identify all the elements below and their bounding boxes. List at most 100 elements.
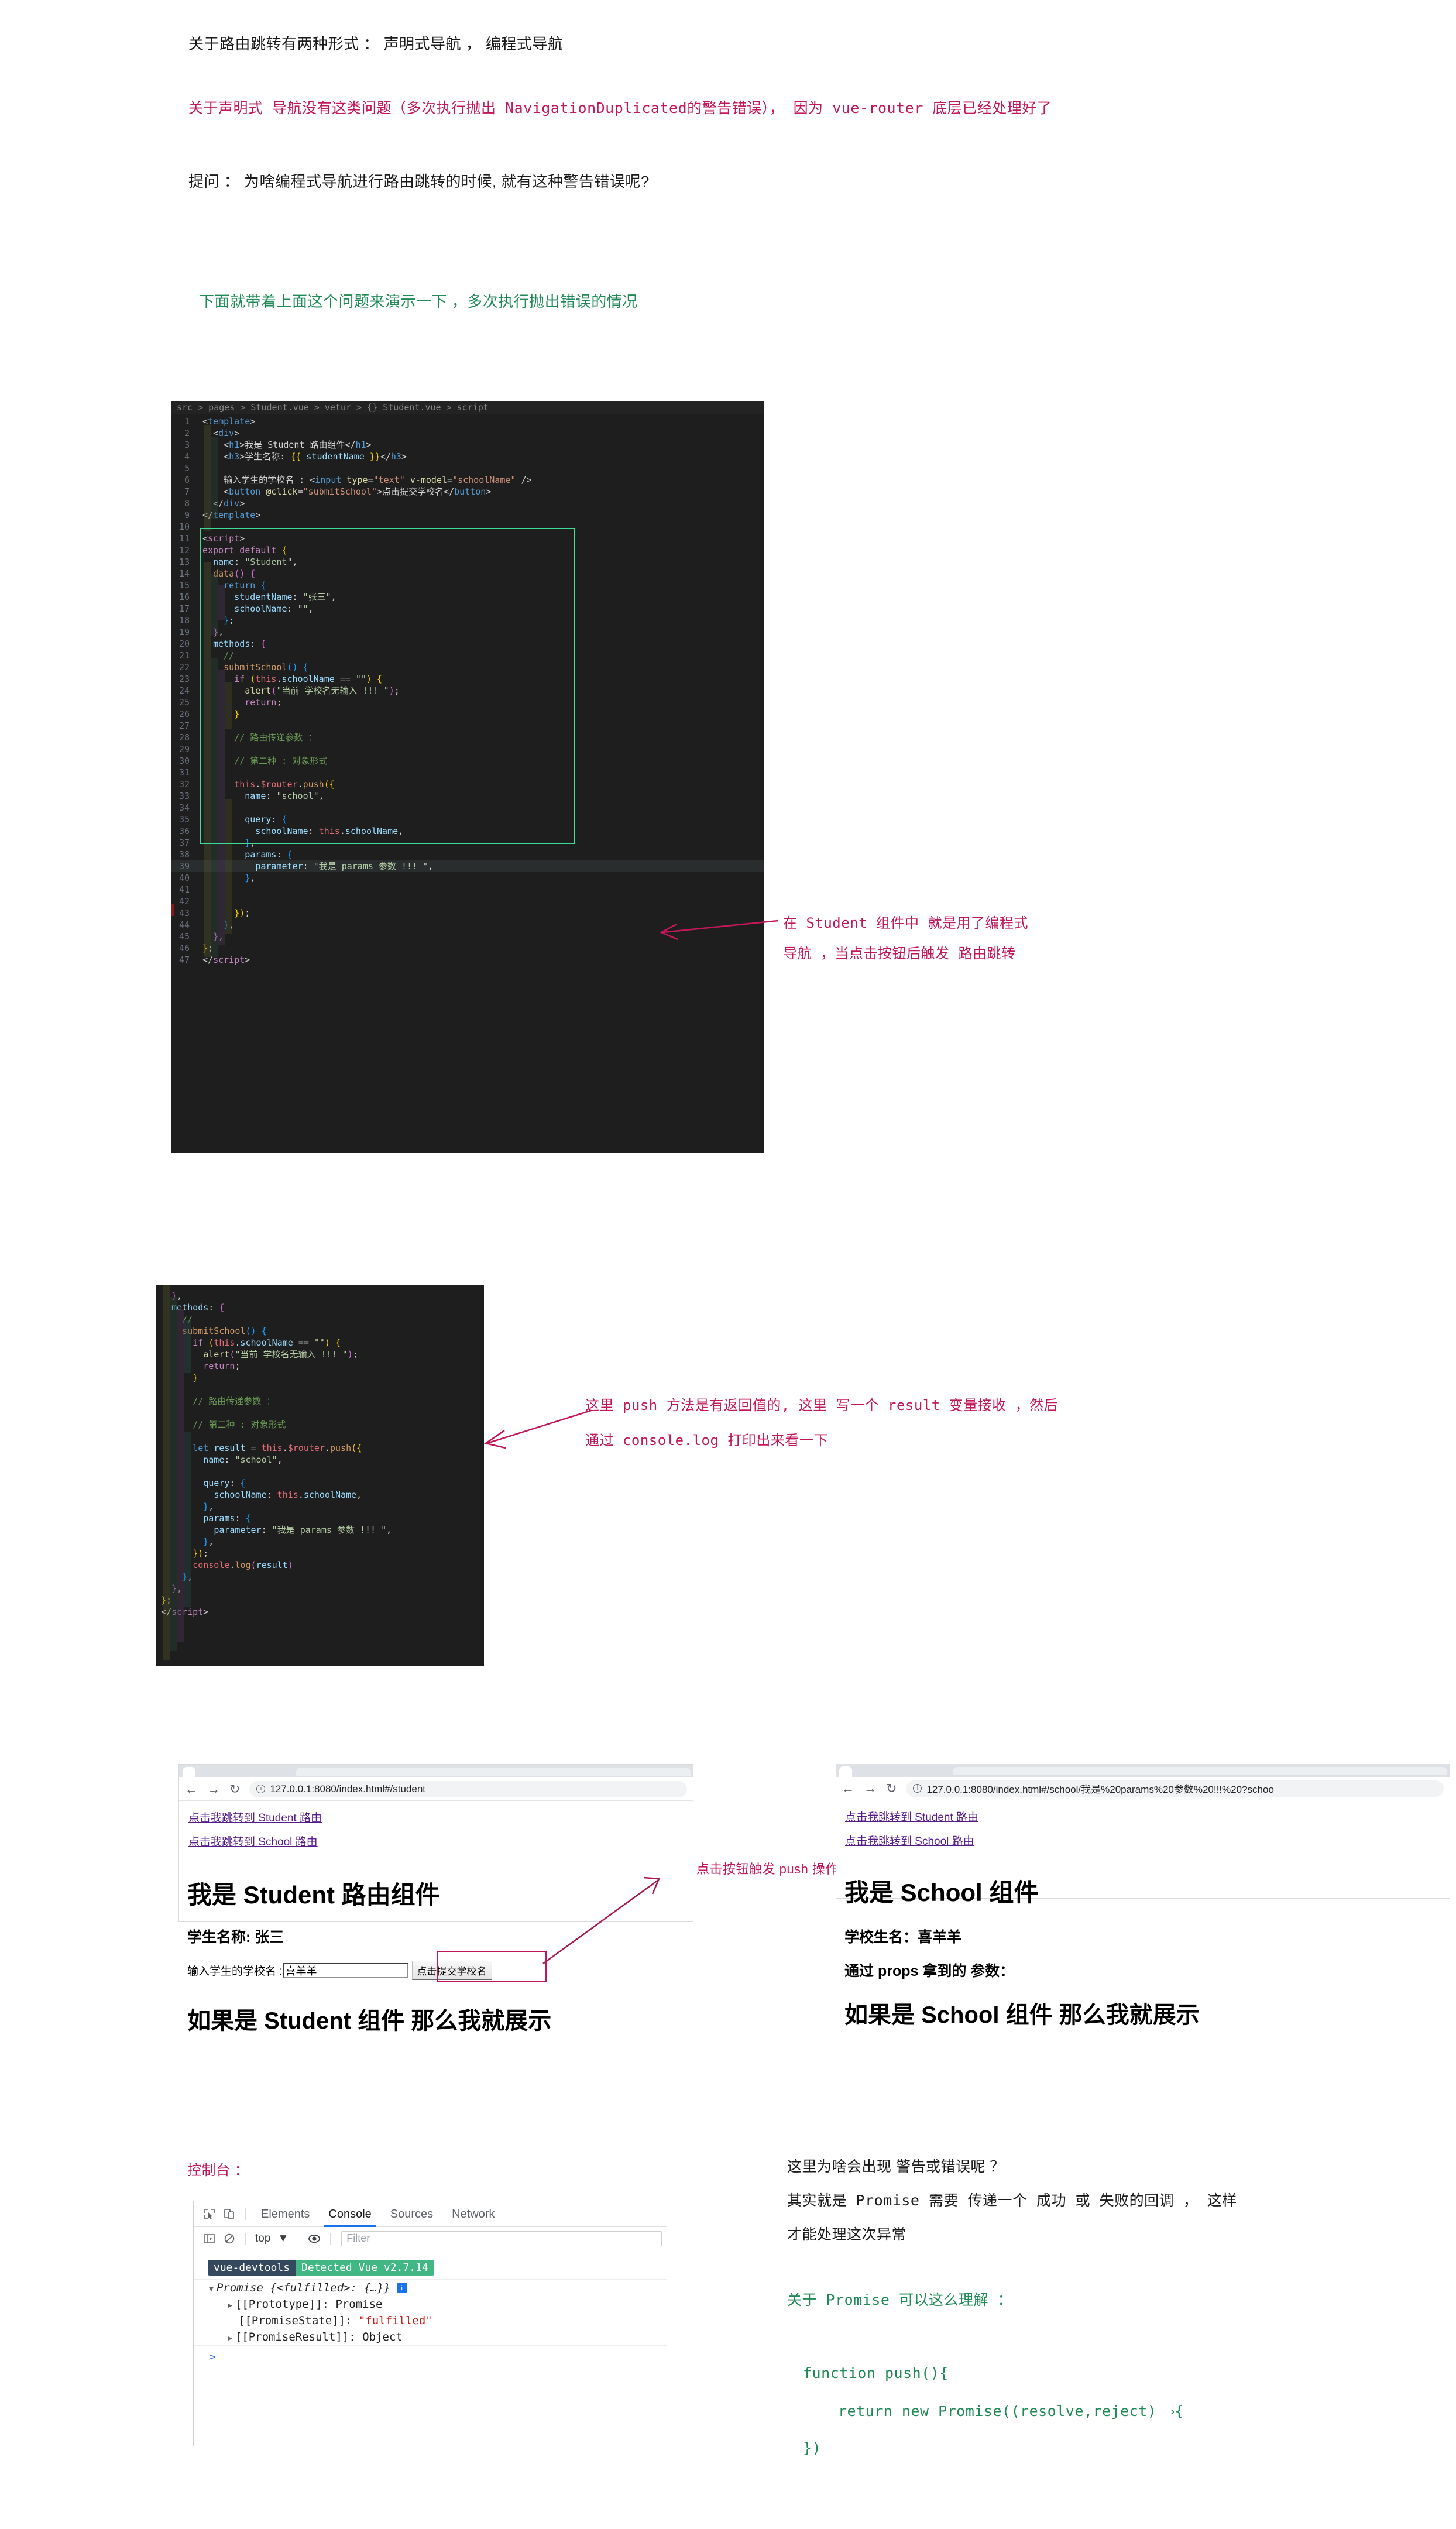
note-about-promise: 关于 Promise 可以这么理解 ： xyxy=(787,2291,1013,2308)
code-text: } xyxy=(234,709,240,719)
link-student-route[interactable]: 点击我跳转到 Student 路由 xyxy=(845,1809,978,1824)
console-settings-eye-icon[interactable] xyxy=(304,2229,324,2249)
console-context-selector[interactable]: top xyxy=(252,2232,274,2245)
back-icon[interactable]: ← xyxy=(185,1782,198,1796)
code-text: submitSchool() { xyxy=(182,1326,267,1336)
expand-triangle-icon[interactable]: ▼ xyxy=(209,2285,214,2294)
line-number: 3 xyxy=(184,440,190,450)
browser-tab-placeholder-student[interactable] xyxy=(296,1768,691,1776)
code-line: methods: { xyxy=(156,1302,484,1313)
console-log-promise-result[interactable]: ▶ [[PromiseResult]]: Object xyxy=(194,2329,667,2345)
code-text: // 第二种 : 对象形式 xyxy=(193,1419,286,1430)
devtools-tab-network[interactable]: Network xyxy=(442,2201,504,2227)
devtools-tab-console[interactable]: Console xyxy=(319,2201,380,2227)
code-text: </div> xyxy=(213,498,245,509)
console-log-promise[interactable]: ▼ Promise {<fulfilled>: {…}} i xyxy=(194,2280,667,2296)
line-number: 11 xyxy=(178,533,190,544)
code-line: 38 params: { xyxy=(171,849,764,860)
device-toolbar-icon[interactable] xyxy=(219,2204,239,2224)
promise-label: Promise {<fulfilled>: {…}} xyxy=(216,2281,391,2294)
promise-state-value: "fulfilled" xyxy=(358,2314,432,2327)
forward-icon[interactable]: → xyxy=(864,1782,877,1795)
url-bar-student[interactable]: i 127.0.0.1:8080/index.html#/student xyxy=(249,1780,687,1797)
line-number: 17 xyxy=(178,603,190,614)
promise-pseudocode-line-1: function push(){ xyxy=(803,2365,949,2382)
code-line: }, xyxy=(156,1290,484,1302)
line-number: 32 xyxy=(178,779,190,790)
link-school-route[interactable]: 点击我跳转到 School 路由 xyxy=(188,1833,318,1849)
code-editor-screenshot-2: }, methods: { // submitSchool() { if (th… xyxy=(156,1285,484,1666)
console-filter-input[interactable]: Filter xyxy=(341,2231,662,2246)
collapse-triangle-icon[interactable]: ▶ xyxy=(228,2334,232,2343)
browser-tab-school[interactable] xyxy=(839,1766,852,1777)
chevron-down-icon[interactable]: ▼ xyxy=(274,2232,292,2245)
code-text: // xyxy=(182,1314,193,1324)
link-student-route[interactable]: 点击我跳转到 Student 路由 xyxy=(188,1809,322,1825)
school-student-name: 学校生名：喜羊羊 xyxy=(844,1929,962,1945)
info-icon[interactable]: i xyxy=(397,2283,407,2293)
code-line: console.log(result) xyxy=(156,1559,484,1571)
line-number: 34 xyxy=(178,802,190,813)
annotation-push-return-line2: 通过 console.log 打印出来看一下 xyxy=(585,1432,828,1449)
line-number: 47 xyxy=(178,955,190,965)
inspect-element-icon[interactable] xyxy=(200,2204,219,2224)
code-line: 22 submitSchool() { xyxy=(171,661,764,673)
code-text: query: { xyxy=(203,1478,246,1488)
code-line: </script> xyxy=(156,1606,484,1618)
console-log-prototype[interactable]: ▶ [[Prototype]]: Promise xyxy=(194,2296,667,2312)
code-line: 13 name: "Student", xyxy=(171,556,764,568)
devtools-tab-sources[interactable]: Sources xyxy=(381,2201,442,2227)
line-number: 12 xyxy=(178,545,190,555)
line-number: 5 xyxy=(184,463,190,473)
code-text: }; xyxy=(224,615,235,626)
code-text: }, xyxy=(213,627,224,637)
code-text: let result = this.$router.push({ xyxy=(193,1443,362,1453)
console-prompt[interactable]: > xyxy=(194,2345,667,2368)
school-name-input[interactable] xyxy=(282,1962,408,1978)
code-text: }, xyxy=(203,1536,214,1547)
code-line: 4 <h3>学生名称: {{ studentName }}</h3> xyxy=(171,451,764,462)
arrow-to-code-2 xyxy=(483,1409,592,1449)
code-text: // 路由传递参数 ： xyxy=(193,1396,276,1406)
code-line: // 路由传递参数 ： xyxy=(156,1395,484,1407)
console-sidebar-icon[interactable] xyxy=(200,2229,219,2249)
browser-tab-placeholder-school[interactable] xyxy=(953,1767,1447,1775)
code-text: 输入学生的学校名 : <input type="text" v-model="s… xyxy=(224,475,532,485)
reload-icon[interactable]: ↻ xyxy=(229,1782,240,1796)
devtools-tab-elements[interactable]: Elements xyxy=(252,2201,319,2227)
line-number: 41 xyxy=(178,884,190,895)
line-number: 13 xyxy=(178,557,190,567)
site-info-icon[interactable]: i xyxy=(913,1784,922,1793)
code-line xyxy=(156,1430,484,1442)
line-number: 38 xyxy=(178,849,190,860)
collapse-triangle-icon[interactable]: ▶ xyxy=(228,2301,232,2310)
forward-icon[interactable]: → xyxy=(207,1782,220,1796)
code-text: params: { xyxy=(245,849,293,860)
line-number: 33 xyxy=(178,791,190,801)
site-info-icon[interactable]: i xyxy=(256,1785,266,1793)
code-line: 2 <div> xyxy=(171,427,764,439)
back-icon[interactable]: ← xyxy=(842,1782,854,1795)
code-text: </script> xyxy=(161,1607,209,1617)
url-bar-school[interactable]: i 127.0.0.1:8080/index.html#/school/我是%2… xyxy=(906,1780,1444,1797)
code-line: 5 xyxy=(171,462,764,474)
code-line: 10 xyxy=(171,521,764,533)
link-school-route[interactable]: 点击我跳转到 School 路由 xyxy=(845,1833,974,1848)
code-text: parameter: "我是 params 参数 !!! ", xyxy=(255,861,434,871)
code-text: }, xyxy=(182,1571,193,1582)
annotation-push-return-line1: 这里 push 方法是有返回值的, 这里 写一个 result 变量接收 ，然后 xyxy=(585,1397,1059,1413)
console-label: 控制台 ： xyxy=(187,2163,249,2178)
code-text: studentName: "张三", xyxy=(234,592,336,602)
clear-console-icon[interactable] xyxy=(219,2229,239,2249)
note-demo: 下面就带着上面这个问题来演示一下 ，多次执行抛出错误的情况 xyxy=(199,293,638,310)
reload-icon[interactable]: ↻ xyxy=(886,1782,897,1795)
line-number: 25 xyxy=(178,697,190,708)
code-line: 39 parameter: "我是 params 参数 !!! ", xyxy=(171,860,764,872)
line-number: 16 xyxy=(178,592,190,602)
code-line: 1 <template> xyxy=(171,416,764,427)
browser-tab-student[interactable] xyxy=(183,1767,195,1777)
